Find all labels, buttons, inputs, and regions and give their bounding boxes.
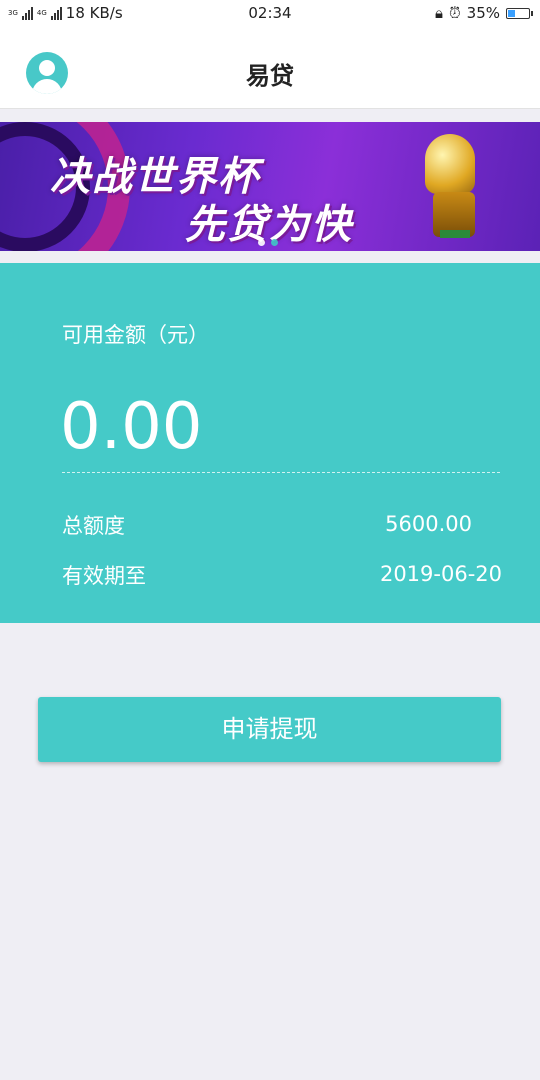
dashed-divider	[62, 472, 500, 473]
page-dot	[258, 239, 265, 246]
trophy-icon	[425, 134, 475, 194]
available-amount-value: 0.00	[60, 390, 203, 464]
status-bar: 3G 4G 18 KB/s 02:34 🔒︎ ⏰︎ 35%	[0, 0, 540, 28]
rotation-lock-icon: 🔒︎	[434, 4, 443, 22]
status-bar-right: 🔒︎ ⏰︎ 35%	[434, 4, 533, 22]
promo-banner[interactable]: 决战世界杯 先贷为快	[0, 122, 540, 251]
app-header: 易贷	[0, 28, 540, 109]
total-limit-value: 5600.00	[385, 512, 472, 536]
withdraw-button[interactable]: 申请提现	[38, 697, 501, 762]
battery-icon	[506, 7, 533, 19]
expiry-value: 2019-06-20	[379, 562, 502, 586]
total-limit-label: 总额度	[62, 514, 125, 538]
alarm-icon: ⏰︎	[448, 4, 461, 22]
page-title: 易贷	[246, 62, 294, 90]
available-amount-label: 可用金额（元）	[62, 323, 209, 347]
banner-page-indicator	[258, 239, 278, 246]
expiry-label: 有效期至	[62, 564, 146, 588]
credit-summary-card: 可用金额（元） 0.00 总额度 5600.00 有效期至 2019-06-20	[0, 263, 540, 623]
trophy-band-icon	[440, 230, 470, 238]
page-dot-active	[271, 239, 278, 246]
battery-percent: 35%	[466, 4, 500, 22]
battery-fill	[508, 9, 515, 17]
